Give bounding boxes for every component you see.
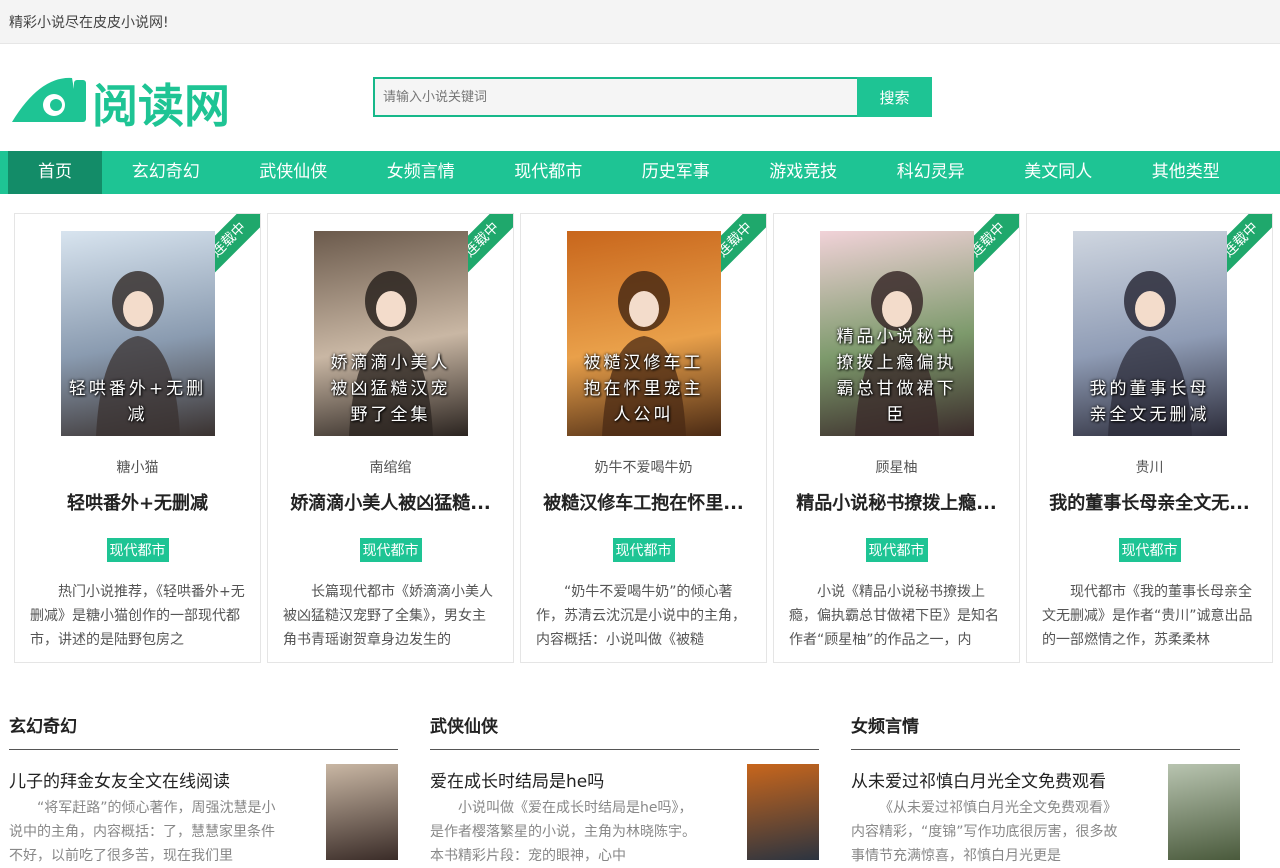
- book-author[interactable]: 奶牛不爱喝牛奶: [521, 457, 766, 477]
- genre-tag[interactable]: 现代都市: [865, 538, 928, 562]
- column-title[interactable]: 女频言情: [851, 712, 1240, 750]
- top-bar: 精彩小说尽在皮皮小说网!: [0, 0, 1280, 44]
- book-cover[interactable]: 我的董事长母亲全文无删减: [1072, 231, 1227, 436]
- book-cover[interactable]: 轻哄番外+无删减: [60, 231, 215, 436]
- book-cover[interactable]: 娇滴滴小美人被凶猛糙汉宠野了全集: [313, 231, 468, 436]
- list-item-cover[interactable]: [1168, 764, 1240, 860]
- book-cover[interactable]: 被糙汉修车工抱在怀里宠主人公叫: [566, 231, 721, 436]
- nav-item-6[interactable]: 游戏竞技: [740, 151, 868, 194]
- header: 阅读网 搜索: [0, 44, 1280, 151]
- genre-tag[interactable]: 现代都市: [106, 538, 169, 562]
- book-description: 小说《精品小说秘书撩拨上瘾，偏执霸总甘做裙下臣》是知名作者“顾星柚”的作品之一，…: [789, 584, 999, 648]
- book-title[interactable]: 娇滴滴小美人被凶猛糙...: [268, 489, 513, 515]
- category-column: 女频言情 从未爱过祁慎白月光全文免费观看 《从未爱过祁慎白月光全文免费观看》内容…: [851, 712, 1240, 868]
- nav-item-3[interactable]: 女频言情: [357, 151, 485, 194]
- logo-text: 阅读网: [92, 79, 230, 130]
- nav-item-1[interactable]: 玄幻奇幻: [102, 151, 230, 194]
- book-author[interactable]: 贵川: [1027, 457, 1272, 477]
- search-bar: 搜索: [373, 77, 932, 117]
- cover-title: 娇滴滴小美人被凶猛糙汉宠野了全集: [330, 353, 451, 425]
- genre-tag[interactable]: 现代都市: [359, 538, 422, 562]
- book-card[interactable]: 连载中 被糙汉修车工抱在怀里宠主人公叫 奶牛不爱喝牛奶 被糙汉修车工抱在怀里..…: [520, 213, 767, 663]
- genre-tag[interactable]: 现代都市: [612, 538, 675, 562]
- category-column: 武侠仙侠 爱在成长时结局是he吗 小说叫做《爱在成长时结局是he吗》，是作者樱落…: [430, 712, 819, 868]
- main-nav: 首页 玄幻奇幻 武侠仙侠 女频言情 现代都市 历史军事 游戏竞技 科幻灵异 美文同人 其他类型: [0, 151, 1280, 194]
- list-item-cover[interactable]: [326, 764, 398, 860]
- book-author[interactable]: 顾星柚: [774, 457, 1019, 477]
- book-description: “奶牛不爱喝牛奶”的倾心著作，苏清云沈沉是小说中的主角，内容概括：小说叫做《被糙: [536, 584, 746, 648]
- search-button[interactable]: 搜索: [857, 77, 932, 117]
- site-slogan: 精彩小说尽在皮皮小说网!: [9, 15, 169, 31]
- category-columns: 玄幻奇幻 儿子的拜金女友全文在线阅读 “将军赶路”的倾心著作，周强沈慧是小说中的…: [9, 712, 1241, 868]
- cover-title: 我的董事长母亲全文无删减: [1089, 379, 1210, 425]
- nav-item-7[interactable]: 科幻灵异: [867, 151, 995, 194]
- search-input[interactable]: [373, 77, 857, 117]
- nav-item-2[interactable]: 武侠仙侠: [230, 151, 358, 194]
- list-item-cover[interactable]: [747, 764, 819, 860]
- nav-item-0[interactable]: 首页: [8, 151, 102, 194]
- column-title[interactable]: 玄幻奇幻: [9, 712, 398, 750]
- list-item-description: 小说叫做《爱在成长时结局是he吗》，是作者樱落繁星的小说，主角为林晓陈宇。本书精…: [430, 800, 696, 864]
- nav-item-4[interactable]: 现代都市: [485, 151, 613, 194]
- nav-item-5[interactable]: 历史军事: [612, 151, 740, 194]
- book-cover[interactable]: 精品小说秘书撩拨上瘾偏执霸总甘做裙下臣: [819, 231, 974, 436]
- list-item-description: 《从未爱过祁慎白月光全文免费观看》内容精彩，“度锦”写作功底很厉害，很多故事情节…: [851, 800, 1118, 864]
- book-description: 热门小说推荐，《轻哄番外+无删减》是糖小猫创作的一部现代都市，讲述的是陆野包房之: [30, 584, 245, 648]
- list-item-description: “将军赶路”的倾心著作，周强沈慧是小说中的主角，内容概括：了，慧慧家里条件不好，…: [9, 800, 276, 864]
- book-card[interactable]: 连载中 娇滴滴小美人被凶猛糙汉宠野了全集 南绾绾 娇滴滴小美人被凶猛糙... 现…: [267, 213, 514, 663]
- book-title[interactable]: 我的董事长母亲全文无...: [1027, 489, 1272, 515]
- book-description: 现代都市《我的董事长母亲全文无删减》是作者“贵川”诚意出品的一部燃情之作，苏柔柔…: [1042, 584, 1253, 648]
- cover-title: 精品小说秘书撩拨上瘾偏执霸总甘做裙下臣: [836, 327, 957, 425]
- cover-title: 轻哄番外+无删减: [68, 379, 207, 425]
- book-card[interactable]: 连载中 精品小说秘书撩拨上瘾偏执霸总甘做裙下臣 顾星柚 精品小说秘书撩拨上瘾..…: [773, 213, 1020, 663]
- featured-books: 连载中 轻哄番外+无删减 糖小猫 轻哄番外+无删减 现代都市 热门小说推荐，《轻…: [14, 213, 1273, 663]
- book-author[interactable]: 糖小猫: [15, 457, 260, 477]
- book-title[interactable]: 轻哄番外+无删减: [15, 489, 260, 515]
- cover-title: 被糙汉修车工抱在怀里宠主人公叫: [583, 353, 704, 425]
- book-author[interactable]: 南绾绾: [268, 457, 513, 477]
- category-column: 玄幻奇幻 儿子的拜金女友全文在线阅读 “将军赶路”的倾心著作，周强沈慧是小说中的…: [9, 712, 398, 868]
- book-title[interactable]: 被糙汉修车工抱在怀里...: [521, 489, 766, 515]
- book-description: 长篇现代都市《娇滴滴小美人被凶猛糙汉宠野了全集》，男女主角书青瑶谢贺章身边发生的: [283, 584, 493, 648]
- nav-item-9[interactable]: 其他类型: [1122, 151, 1250, 194]
- nav-item-8[interactable]: 美文同人: [995, 151, 1123, 194]
- genre-tag[interactable]: 现代都市: [1118, 538, 1181, 562]
- book-card[interactable]: 连载中 轻哄番外+无删减 糖小猫 轻哄番外+无删减 现代都市 热门小说推荐，《轻…: [14, 213, 261, 663]
- book-card[interactable]: 连载中 我的董事长母亲全文无删减 贵川 我的董事长母亲全文无... 现代都市 现…: [1026, 213, 1273, 663]
- book-title[interactable]: 精品小说秘书撩拨上瘾...: [774, 489, 1019, 515]
- site-logo[interactable]: 阅读网: [10, 72, 242, 130]
- column-title[interactable]: 武侠仙侠: [430, 712, 819, 750]
